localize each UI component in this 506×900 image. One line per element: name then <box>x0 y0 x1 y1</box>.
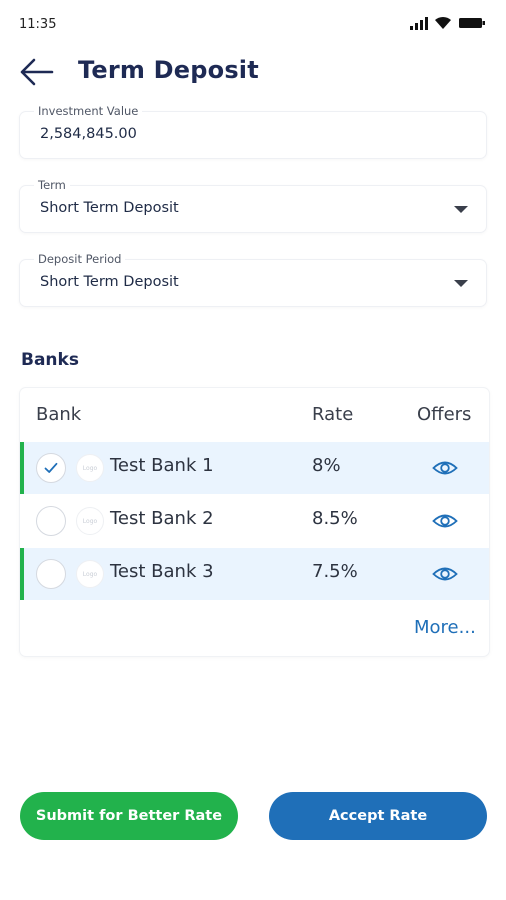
column-header-offers: Offers <box>417 404 472 425</box>
battery-icon <box>459 18 485 28</box>
term-dropdown[interactable]: Term Short Term Deposit <box>20 178 486 232</box>
bank-select-checkbox[interactable] <box>36 506 66 536</box>
investment-value-field[interactable]: Investment Value 2,584,845.00 <box>20 104 486 158</box>
back-button[interactable] <box>18 56 58 88</box>
investment-value-label: Investment Value <box>34 104 143 118</box>
bank-rate: 8.5% <box>312 508 358 529</box>
deposit-period-dropdown[interactable]: Deposit Period Short Term Deposit <box>20 252 486 306</box>
bank-logo: Logo <box>76 454 104 482</box>
bank-logo: Logo <box>76 507 104 535</box>
accept-rate-button[interactable]: Accept Rate <box>269 792 487 840</box>
bank-select-checkbox[interactable] <box>36 453 66 483</box>
status-icons <box>410 16 486 30</box>
eye-icon[interactable] <box>432 565 458 583</box>
more-banks-link[interactable]: More... <box>414 617 476 638</box>
row-accent-bar <box>20 442 24 494</box>
bank-name: Test Bank 2 <box>110 508 214 529</box>
arrow-left-icon <box>20 58 54 86</box>
deposit-period-label: Deposit Period <box>34 252 126 266</box>
bank-rate: 7.5% <box>312 561 358 582</box>
bank-name: Test Bank 1 <box>110 455 214 476</box>
deposit-period-value: Short Term Deposit <box>40 274 179 290</box>
bank-row-3[interactable]: Logo Test Bank 3 7.5% <box>20 548 489 600</box>
bank-row-1[interactable]: Logo Test Bank 1 8% <box>20 442 489 494</box>
row-accent-bar <box>20 548 24 600</box>
column-header-rate: Rate <box>312 404 354 425</box>
caret-down-icon <box>454 280 468 287</box>
banks-section-title: Banks <box>21 350 79 370</box>
banks-table: Bank Rate Offers Logo Test Bank 1 8% Log… <box>20 388 489 656</box>
status-bar: 11:35 <box>0 0 506 48</box>
bank-rate: 8% <box>312 455 341 476</box>
term-value: Short Term Deposit <box>40 200 179 216</box>
bank-row-2[interactable]: Logo Test Bank 2 8.5% <box>20 495 489 547</box>
page-title: Term Deposit <box>78 56 259 84</box>
eye-icon[interactable] <box>432 512 458 530</box>
caret-down-icon <box>454 206 468 213</box>
investment-value-input[interactable]: 2,584,845.00 <box>40 126 137 142</box>
bank-select-checkbox[interactable] <box>36 559 66 589</box>
status-time: 11:35 <box>19 17 57 32</box>
checkmark-icon <box>44 462 58 473</box>
wifi-icon <box>435 16 451 29</box>
bank-name: Test Bank 3 <box>110 561 214 582</box>
bank-logo: Logo <box>76 560 104 588</box>
eye-icon[interactable] <box>432 459 458 477</box>
term-label: Term <box>34 178 70 192</box>
submit-better-rate-button[interactable]: Submit for Better Rate <box>20 792 238 840</box>
signal-icon <box>410 16 428 30</box>
column-header-bank: Bank <box>36 404 82 425</box>
